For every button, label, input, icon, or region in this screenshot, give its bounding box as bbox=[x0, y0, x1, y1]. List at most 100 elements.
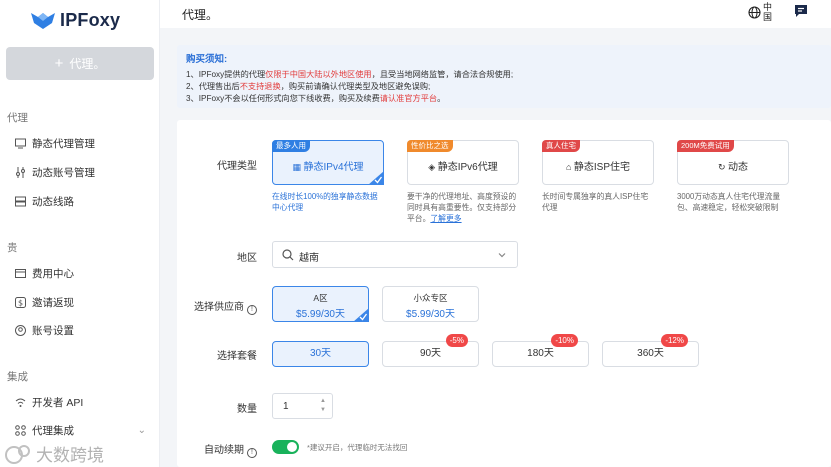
type-desc: 要干净的代理地址、高度预设的同时具有高重要性。仅支持部分平台。了解更多 bbox=[407, 191, 519, 224]
plan-text: 30天 bbox=[309, 348, 332, 359]
sidebar-item-label: 费用中心 bbox=[32, 267, 74, 280]
type-desc: 在线时长100%的独享静态数据中心代理 bbox=[272, 192, 378, 212]
type-name: ◈ 静态IPv6代理 bbox=[408, 158, 518, 173]
grid-icon: ▦ bbox=[292, 162, 304, 172]
type-name: ▦ 静态IPv4代理 bbox=[273, 158, 383, 173]
supplier-price: $5.99/30天 bbox=[406, 309, 455, 320]
notice-line-3: 3、IPFoxy不会以任何形式向您下线收费，购买及续费请认准官方平台。 bbox=[186, 92, 445, 104]
type-card-static-ipv6[interactable]: 性价比之选 ◈ 静态IPv6代理 bbox=[407, 140, 519, 185]
plan-30-days[interactable]: 30天 bbox=[272, 341, 369, 367]
dollar-icon: $ bbox=[14, 296, 26, 308]
logo-text: IPFoxy bbox=[60, 9, 121, 30]
sidebar-item-label: 动态线路 bbox=[32, 195, 74, 208]
plan-label: 选择套餐 bbox=[217, 351, 257, 362]
type-name: ↻ 动态 bbox=[678, 158, 788, 173]
language-label: 中国 bbox=[763, 2, 773, 22]
fox-logo-icon bbox=[31, 13, 55, 29]
sidebar-item-label: 代理集成 bbox=[32, 424, 74, 437]
region-label: 地区 bbox=[237, 253, 257, 264]
plan-90-days[interactable]: 90天 -5% bbox=[382, 334, 479, 367]
region-value: 越南 bbox=[299, 253, 319, 264]
sidebar-item-label: 邀请返现 bbox=[32, 296, 74, 309]
notice-text: ，购买前请确认代理类型及地区避免误购; bbox=[280, 82, 431, 91]
discount-badge: -12% bbox=[661, 334, 688, 347]
sidebar-item-label: 动态账号管理 bbox=[32, 166, 95, 179]
sidebar-item-developer-api[interactable]: 开发者 API bbox=[14, 393, 154, 411]
type-desc: 3000万动态真人住宅代理流量包、高速稳定，轻松突破限制 bbox=[677, 192, 781, 212]
learn-more-link[interactable]: 了解更多 bbox=[430, 214, 461, 223]
notice-text: ，且受当地网络监管，请合法合规使用; bbox=[371, 70, 514, 79]
supplier-option-niche[interactable]: 小众专区 $5.99/30天 bbox=[382, 286, 479, 322]
sidebar-item-account-settings[interactable]: 账号设置 bbox=[14, 321, 154, 339]
type-badge: 性价比之选 bbox=[407, 140, 453, 152]
notice-highlight: 不支持退换 bbox=[239, 82, 281, 91]
region-select[interactable]: 越南 bbox=[272, 241, 518, 268]
info-icon[interactable]: ! bbox=[247, 448, 257, 458]
layers-icon: ◈ bbox=[428, 162, 438, 172]
notice-text: 2、代理售出后 bbox=[186, 82, 240, 91]
supplier-option-a[interactable]: A区 $5.99/30天 bbox=[272, 286, 369, 322]
chevron-down-icon[interactable]: ⌄ bbox=[138, 425, 146, 436]
sidebar-item-billing[interactable]: 费用中心 bbox=[14, 264, 154, 282]
notice-highlight: 仅限于中国大陆以外地区使用 bbox=[265, 70, 372, 79]
plan-text: 180天 bbox=[527, 348, 554, 359]
section-proxy: 代理 bbox=[7, 112, 28, 124]
supplier-label-text: 选择供应商 bbox=[194, 302, 244, 313]
notice-text: 。 bbox=[437, 94, 446, 103]
increment-icon[interactable]: ▲ bbox=[320, 398, 326, 404]
message-icon[interactable] bbox=[794, 4, 808, 18]
proxy-type-label: 代理类型 bbox=[217, 161, 257, 172]
header: 代理。 中国 bbox=[160, 0, 831, 28]
sidebar-item-label: 账号设置 bbox=[32, 324, 74, 337]
quantity-stepper[interactable]: 1 ▲ ▼ bbox=[272, 393, 333, 419]
section-billing: 贵 bbox=[7, 242, 18, 254]
plan-180-days[interactable]: 180天 -10% bbox=[492, 334, 589, 367]
check-corner-icon bbox=[368, 171, 384, 185]
auto-renew-label: 自动续期! bbox=[177, 441, 257, 458]
notice-title: 购买须知: bbox=[186, 54, 228, 65]
sidebar-item-static-proxy[interactable]: 静态代理管理 bbox=[14, 134, 154, 152]
logo[interactable]: IPFoxy bbox=[30, 8, 120, 32]
sidebar-item-label: 静态代理管理 bbox=[32, 137, 95, 150]
notice-line-2: 2、代理售出后不支持退换，购买前请确认代理类型及地区避免误购; bbox=[186, 80, 430, 92]
plan-360-days[interactable]: 360天 -12% bbox=[602, 334, 699, 367]
language-switcher[interactable]: 中国 bbox=[748, 2, 773, 22]
watermark-logo-icon bbox=[5, 444, 30, 464]
sidebar-item-dynamic-lines[interactable]: 动态线路 bbox=[14, 192, 154, 210]
sidebar-item-dynamic-account[interactable]: 动态账号管理 bbox=[14, 163, 154, 181]
notice-text: 3、IPFoxy不会以任何形式向您下线收费，购买及续费 bbox=[186, 94, 380, 103]
type-card-static-ipv4[interactable]: 最多人用 ▦ 静态IPv4代理 bbox=[272, 140, 384, 185]
order-form: 代理类型 最多人用 ▦ 静态IPv4代理 在线时长100%的独享静态数据中心代理… bbox=[177, 120, 831, 467]
type-badge: 最多人用 bbox=[272, 140, 310, 152]
supplier-name: 小众专区 bbox=[413, 293, 448, 303]
search-icon bbox=[282, 249, 294, 261]
chevron-down-icon bbox=[498, 253, 506, 258]
type-name-text: 静态ISP住宅 bbox=[573, 162, 631, 173]
sidebar-item-proxy-integration[interactable]: 代理集成 ⌄ bbox=[14, 421, 154, 439]
type-card-static-isp[interactable]: 真人住宅 ⌂ 静态ISP住宅 bbox=[542, 140, 654, 185]
type-name-text: 动态 bbox=[728, 162, 749, 173]
watermark-text: 大数跨境 bbox=[36, 446, 104, 465]
sliders-icon bbox=[14, 166, 26, 178]
notice-line-1: 1、IPFoxy提供的代理仅限于中国大陆以外地区使用，且受当地网络监管，请合法合… bbox=[186, 68, 513, 80]
discount-badge: -5% bbox=[445, 334, 468, 347]
type-name-text: 静态IPv6代理 bbox=[437, 162, 498, 173]
supplier-label: 选择供应商! bbox=[177, 298, 257, 315]
type-name: ⌂ 静态ISP住宅 bbox=[543, 158, 653, 173]
plus-icon: + bbox=[54, 55, 64, 72]
supplier-name: A区 bbox=[313, 293, 328, 303]
info-icon[interactable]: ! bbox=[247, 305, 257, 315]
decrement-icon[interactable]: ▼ bbox=[320, 407, 326, 413]
new-proxy-button[interactable]: + 代理。 bbox=[6, 47, 154, 80]
auto-renew-label-text: 自动续期 bbox=[204, 445, 244, 456]
sidebar-item-label: 开发者 API bbox=[32, 396, 84, 409]
sidebar: IPFoxy + 代理。 代理 静态代理管理 动态账号管理 动态线路 贵 费用中… bbox=[0, 0, 160, 467]
sidebar-item-referral[interactable]: $ 邀请返现 bbox=[14, 293, 154, 311]
purchase-notice: 购买须知: 1、IPFoxy提供的代理仅限于中国大陆以外地区使用，且受当地网络监… bbox=[177, 45, 831, 108]
server-icon bbox=[14, 195, 26, 207]
svg-text:$: $ bbox=[17, 298, 22, 307]
home-icon: ⌂ bbox=[565, 162, 574, 172]
type-card-dynamic[interactable]: 200M免费试用 ↻ 动态 bbox=[677, 140, 789, 185]
wallet-icon bbox=[14, 267, 26, 279]
auto-renew-toggle[interactable] bbox=[272, 440, 299, 454]
